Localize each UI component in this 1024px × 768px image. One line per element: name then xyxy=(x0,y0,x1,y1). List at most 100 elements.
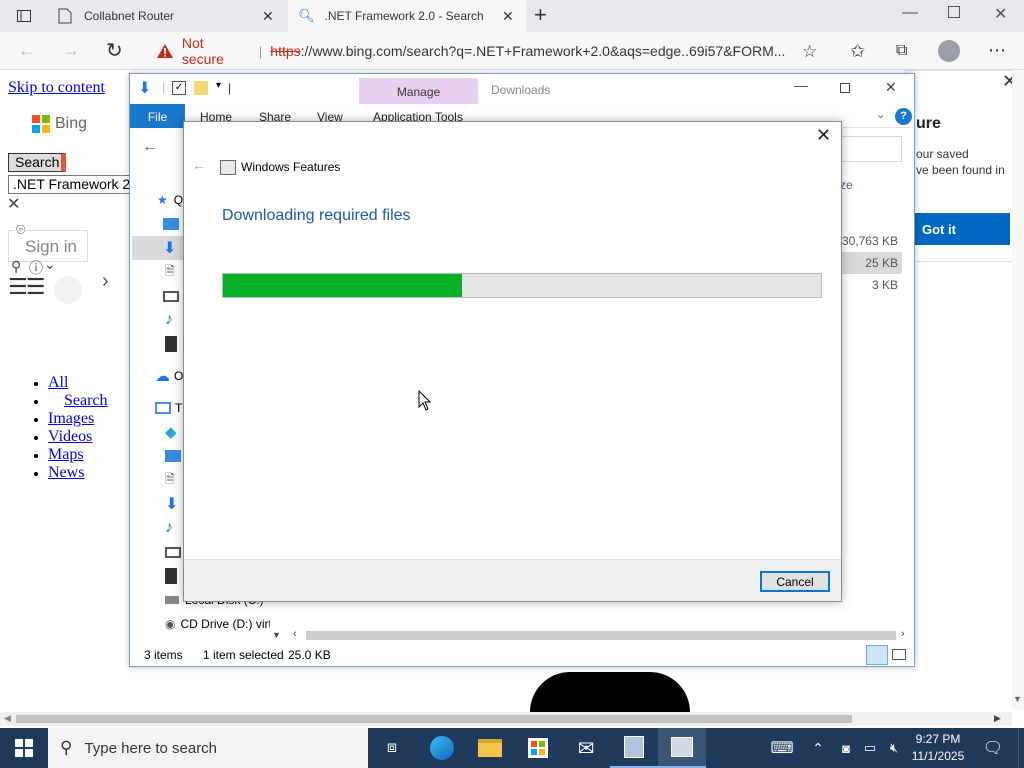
explorer-minimize-icon[interactable]: — xyxy=(794,77,808,93)
popup-title: ure xyxy=(916,115,941,132)
page-icon xyxy=(58,8,72,24)
store-taskbar-icon[interactable] xyxy=(514,728,562,768)
start-button[interactable] xyxy=(0,728,48,768)
page-graphic xyxy=(530,672,690,712)
large-icons-view-icon[interactable] xyxy=(892,649,906,660)
video-icon xyxy=(165,568,177,584)
explorer-maximize-icon[interactable] xyxy=(840,83,850,93)
scrollbar-thumb[interactable] xyxy=(16,715,852,723)
minimize-icon[interactable]: — xyxy=(902,4,918,22)
desktop-icon xyxy=(163,218,179,230)
file-list-scrollbar[interactable]: ‹ › xyxy=(290,627,912,643)
search-input[interactable]: .NET Framework 2.0 xyxy=(8,175,136,194)
dialog-close-icon[interactable]: ✕ xyxy=(816,125,831,146)
mail-taskbar-icon[interactable]: ✉ xyxy=(562,728,610,768)
network-icon[interactable]: ▭ xyxy=(858,728,882,768)
star-icon: ★ xyxy=(157,193,168,207)
manage-contextual-tab[interactable]: Manage xyxy=(359,78,478,104)
clear-search-icon[interactable]: ✕ xyxy=(7,194,20,214)
cancel-button[interactable]: Cancel xyxy=(760,571,830,592)
progress-fill xyxy=(223,274,463,297)
nav-search[interactable]: Search xyxy=(64,392,108,409)
help-icon[interactable]: ? xyxy=(895,108,912,125)
search-small-icon[interactable]: ⚲ xyxy=(11,258,21,275)
skip-to-content-link[interactable]: Skip to content xyxy=(8,79,105,97)
back-icon[interactable]: ← xyxy=(18,40,36,61)
horizontal-scrollbar[interactable]: ◀ ▶ xyxy=(0,712,1012,726)
tab-net-framework-search[interactable]: 🔍︎ .NET Framework 2.0 - Search ✕ xyxy=(288,0,526,32)
nav-images[interactable]: Images xyxy=(48,410,94,427)
search-button[interactable]: Search xyxy=(8,153,66,172)
tray-app-icon[interactable]: ◙ xyxy=(834,728,858,768)
nav-news[interactable]: News xyxy=(48,464,84,481)
taskbar-date: 11/1/2025 xyxy=(911,749,965,763)
file-size: 3 KB xyxy=(871,278,898,292)
nav-item-cd-drive[interactable]: ◉ CD Drive (D:) virt xyxy=(132,612,282,636)
close-tab-icon[interactable]: ✕ xyxy=(502,8,514,25)
nav-scroll-down-icon[interactable]: ▼ xyxy=(272,630,281,640)
explorer-back-icon[interactable]: ← xyxy=(142,138,158,156)
account-icon[interactable] xyxy=(54,276,82,304)
scroll-right-icon[interactable]: ▶ xyxy=(994,713,1001,724)
got-it-button[interactable]: Got it xyxy=(906,213,1010,245)
nav-videos[interactable]: Videos xyxy=(48,428,92,445)
collections-icon[interactable]: ⧉ xyxy=(896,42,907,60)
ribbon-expand-icon[interactable]: ⌄ xyxy=(876,108,885,121)
address-bar[interactable]: Not secure | https ://www.bing.com/searc… xyxy=(146,35,796,67)
browser-tab-strip: Collabnet Router ✕ 🔍︎ .NET Framework 2.0… xyxy=(0,0,1024,32)
qat-dropdown-icon[interactable]: ▾ xyxy=(216,80,221,91)
more-icon[interactable]: ⋯ xyxy=(988,40,1006,61)
profile-avatar[interactable] xyxy=(938,40,960,62)
scroll-left-icon[interactable]: ◀ xyxy=(4,713,11,724)
scroll-right-icon[interactable]: › xyxy=(901,628,905,640)
close-window-icon[interactable]: ✕ xyxy=(994,4,1007,24)
show-desktop-button[interactable] xyxy=(1018,728,1024,768)
taskbar-clock[interactable]: 9:27 PM 11/1/2025 xyxy=(906,729,970,767)
scroll-left-icon[interactable]: ‹ xyxy=(293,628,297,640)
new-folder-icon[interactable] xyxy=(194,81,208,95)
ribbon-file-tab[interactable]: File xyxy=(130,104,185,128)
taskbar-search-box[interactable]: ⚲ Type here to search xyxy=(48,728,368,768)
forward-icon[interactable]: → xyxy=(62,40,80,61)
search-icon: ⚲ xyxy=(60,738,73,757)
quick-access-download-icon[interactable]: ⬇ xyxy=(138,78,151,98)
bing-logo[interactable]: Bing xyxy=(32,115,87,133)
edge-taskbar-icon[interactable] xyxy=(418,728,466,768)
chevron-down-icon[interactable]: ⌄ xyxy=(44,256,56,273)
explorer-close-icon[interactable]: ✕ xyxy=(885,79,897,96)
close-tab-icon[interactable]: ✕ xyxy=(262,8,274,25)
add-favorite-icon[interactable]: ☆ xyxy=(802,42,817,62)
hamburger-menu-icon[interactable]: ☰☰ xyxy=(8,274,45,300)
file-explorer-taskbar-icon[interactable] xyxy=(466,728,514,768)
windows-features-taskbar-icon[interactable] xyxy=(658,728,706,768)
refresh-icon[interactable]: ↻ xyxy=(106,38,123,63)
3d-objects-icon: ◆ xyxy=(165,424,177,441)
scroll-down-icon[interactable]: ▼ xyxy=(1013,694,1022,704)
notifications-icon[interactable]: 🗨︎ xyxy=(978,728,1008,768)
nav-all[interactable]: All xyxy=(48,374,68,391)
explorer-search-box[interactable] xyxy=(838,136,902,162)
nav-maps[interactable]: Maps xyxy=(48,446,84,463)
status-item-count: 3 items xyxy=(144,648,183,662)
favorites-icon[interactable]: ✩ xyxy=(850,41,865,62)
details-view-icon[interactable] xyxy=(866,645,888,665)
download-icon: ⬇ xyxy=(163,240,177,257)
show-hidden-icons-icon[interactable]: ⌃ xyxy=(798,728,838,768)
server-manager-taskbar-icon[interactable] xyxy=(610,728,658,768)
task-view-icon[interactable]: ⧈ xyxy=(368,728,416,768)
restore-icon[interactable] xyxy=(948,6,960,18)
page-scrollbar[interactable]: ▼ xyxy=(1012,70,1024,710)
mouse-cursor-icon xyxy=(418,390,432,411)
chevron-right-icon[interactable]: › xyxy=(102,270,109,293)
music-icon: ♪ xyxy=(165,311,173,328)
properties-icon[interactable]: ✓ xyxy=(172,81,186,95)
dialog-back-icon[interactable]: ← xyxy=(192,157,206,173)
volume-muted-icon[interactable]: 🔇︎ xyxy=(882,728,906,768)
download-progress-bar xyxy=(222,273,822,298)
tab-actions-icon[interactable] xyxy=(10,6,38,26)
scrollbar-thumb[interactable] xyxy=(306,631,896,640)
new-tab-icon[interactable]: + xyxy=(534,2,547,28)
tab-collabnet-router[interactable]: Collabnet Router ✕ xyxy=(48,0,288,32)
nav-item-selected[interactable]: ⬇ xyxy=(132,236,187,260)
windows-logo-icon xyxy=(15,739,33,757)
